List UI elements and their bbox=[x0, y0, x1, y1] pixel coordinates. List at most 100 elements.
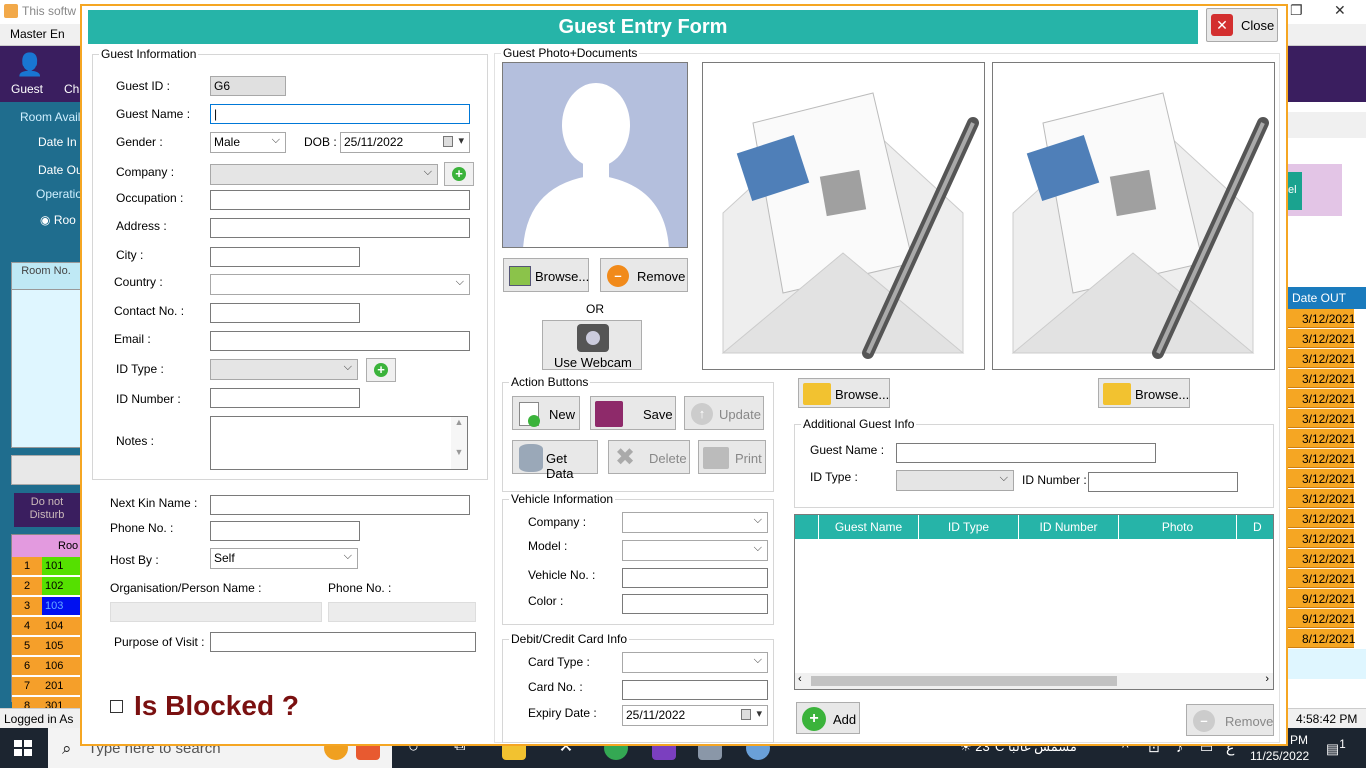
date-out-cell: 3/12/2021 bbox=[1288, 469, 1355, 488]
room-row-room: 106 bbox=[42, 657, 82, 675]
room-row[interactable]: 3 103 bbox=[12, 597, 82, 615]
date-out-value: 3/12/2021 bbox=[1302, 452, 1356, 466]
room-row-room: 105 bbox=[42, 637, 82, 655]
vehicle-color-input[interactable] bbox=[622, 594, 768, 614]
email-input[interactable] bbox=[210, 331, 470, 351]
scrollbar-thumb[interactable] bbox=[811, 676, 1117, 686]
guest-name-input[interactable]: | bbox=[210, 104, 470, 124]
room-row[interactable]: 7 201 bbox=[12, 677, 82, 695]
vehicle-model-select[interactable]: ⌵ bbox=[622, 540, 768, 561]
windows-start-icon[interactable] bbox=[14, 740, 32, 756]
gender-value: Male bbox=[214, 135, 241, 149]
org-phone-input[interactable] bbox=[328, 602, 476, 622]
vehicle-company-select[interactable]: ⌵ bbox=[622, 512, 768, 533]
notes-scrollbar[interactable]: ▲ ▼ bbox=[451, 417, 467, 469]
menu-master-entry[interactable]: Master En bbox=[10, 27, 65, 41]
browse-photo-button[interactable]: Browse... bbox=[503, 258, 589, 292]
id-type-select[interactable]: ⌵ bbox=[210, 359, 358, 380]
room-status-grid: Roo 1 101 2 102 3 103 4 104 5 105 6 106 7 201 8 301 bbox=[11, 534, 82, 715]
room-row-number: 2 bbox=[12, 577, 42, 595]
organisation-input[interactable] bbox=[110, 602, 322, 622]
chevron-left-icon[interactable]: ‹ bbox=[798, 673, 802, 685]
date-out-value: 3/12/2021 bbox=[1302, 372, 1356, 386]
save-button[interactable]: Save bbox=[590, 396, 676, 430]
additional-id-type-select[interactable]: ⌵ bbox=[896, 470, 1014, 491]
id-number-input[interactable] bbox=[210, 388, 360, 408]
update-button[interactable]: ↑ Update bbox=[684, 396, 764, 430]
new-button[interactable]: New bbox=[512, 396, 580, 430]
envelope-pen-icon bbox=[1011, 92, 1269, 359]
date-out-value: 3/12/2021 bbox=[1302, 332, 1356, 346]
room-row[interactable]: 2 102 bbox=[12, 577, 82, 595]
background-left-button[interactable] bbox=[11, 455, 81, 485]
purpose-input[interactable] bbox=[210, 632, 476, 652]
maximize-icon[interactable]: ❐ bbox=[1290, 2, 1303, 19]
date-out-cell: 3/12/2021 bbox=[1288, 509, 1355, 528]
additional-id-number-input[interactable] bbox=[1088, 472, 1238, 492]
vehicle-information-legend: Vehicle Information bbox=[509, 492, 616, 506]
get-data-label: Get Data bbox=[546, 451, 574, 481]
chevron-down-icon: ⌵ bbox=[753, 514, 762, 526]
close-button[interactable]: ✕ Close bbox=[1206, 8, 1278, 42]
notification-icon[interactable]: ▤1 bbox=[1326, 738, 1346, 758]
card-no-input[interactable] bbox=[622, 680, 768, 700]
address-input[interactable] bbox=[210, 218, 470, 238]
add-id-type-button[interactable]: + bbox=[366, 358, 396, 382]
floppy-disk-icon bbox=[595, 401, 623, 427]
guest-toolbar-icon[interactable]: 👤 bbox=[16, 52, 43, 78]
room-row[interactable]: 4 104 bbox=[12, 617, 82, 635]
delete-button[interactable]: ✖ Delete bbox=[608, 440, 690, 474]
background-right-teal-button[interactable]: el bbox=[1288, 172, 1302, 210]
contact-input[interactable] bbox=[210, 303, 360, 323]
room-row-number: 4 bbox=[12, 617, 42, 635]
room-row[interactable]: 1 101 bbox=[12, 557, 82, 575]
date-out-cell: 3/12/2021 bbox=[1288, 529, 1355, 548]
country-select[interactable]: ⌵ bbox=[210, 274, 470, 295]
grid-col-id-type[interactable]: ID Type bbox=[919, 515, 1019, 539]
do-not-disturb-button[interactable]: Do not Disturb bbox=[14, 493, 80, 527]
kin-phone-input[interactable] bbox=[210, 521, 360, 541]
browse-document-1-button[interactable]: Browse... bbox=[798, 378, 890, 408]
grid-col-id-number[interactable]: ID Number bbox=[1019, 515, 1119, 539]
add-guest-button[interactable]: + Add bbox=[796, 702, 860, 734]
host-by-select[interactable]: Self ⌵ bbox=[210, 548, 358, 569]
grid-col-photo[interactable]: Photo bbox=[1119, 515, 1237, 539]
print-button[interactable]: Print bbox=[698, 440, 766, 474]
card-type-select[interactable]: ⌵ bbox=[622, 652, 768, 673]
chevron-right-icon[interactable]: › bbox=[1265, 673, 1269, 685]
additional-guest-name-input[interactable] bbox=[896, 443, 1156, 463]
room-row[interactable]: 5 105 bbox=[12, 637, 82, 655]
remove-photo-button[interactable]: – Remove bbox=[600, 258, 688, 292]
notes-textarea[interactable]: ▲ ▼ bbox=[210, 416, 468, 470]
remove-guest-button[interactable]: – Remove bbox=[1186, 704, 1274, 736]
dob-datepicker[interactable]: 25/11/2022 ▾ bbox=[340, 132, 470, 153]
city-input[interactable] bbox=[210, 247, 360, 267]
get-data-button[interactable]: Get Data bbox=[512, 440, 598, 481]
use-webcam-button[interactable]: Use Webcam bbox=[542, 320, 642, 370]
grid-horizontal-scrollbar[interactable]: ‹ › bbox=[795, 673, 1273, 689]
gender-select[interactable]: Male ⌵ bbox=[210, 132, 286, 153]
is-blocked-checkbox[interactable] bbox=[110, 700, 123, 713]
guest-id-field[interactable]: G6 bbox=[210, 76, 286, 96]
grid-col-guest-name[interactable]: Guest Name bbox=[819, 515, 919, 539]
add-company-button[interactable]: + bbox=[444, 162, 474, 186]
grid-col-d[interactable]: D bbox=[1237, 515, 1273, 539]
company-select[interactable]: ⌵ bbox=[210, 164, 438, 185]
room-row[interactable]: 6 106 bbox=[12, 657, 82, 675]
dob-label: DOB : bbox=[304, 135, 337, 149]
room-radio[interactable]: ◉ Roo bbox=[40, 213, 76, 227]
browse-document-2-button[interactable]: Browse... bbox=[1098, 378, 1190, 408]
kin-name-label: Next Kin Name : bbox=[110, 496, 198, 510]
occupation-input[interactable] bbox=[210, 190, 470, 210]
toolbar-checkin[interactable]: Ch bbox=[64, 82, 79, 96]
kin-name-input[interactable] bbox=[210, 495, 470, 515]
close-window-icon[interactable]: ✕ bbox=[1334, 2, 1346, 19]
expiry-datepicker[interactable]: 25/11/2022 ▾ bbox=[622, 705, 768, 726]
room-radio-label: Roo bbox=[53, 213, 76, 227]
org-phone-label: Phone No. : bbox=[328, 581, 392, 595]
vehicle-no-input[interactable] bbox=[622, 568, 768, 588]
email-label: Email : bbox=[114, 332, 151, 346]
toolbar-guest[interactable]: Guest bbox=[11, 82, 43, 96]
search-icon: ⌕ bbox=[62, 739, 72, 758]
app-icon bbox=[4, 4, 18, 18]
